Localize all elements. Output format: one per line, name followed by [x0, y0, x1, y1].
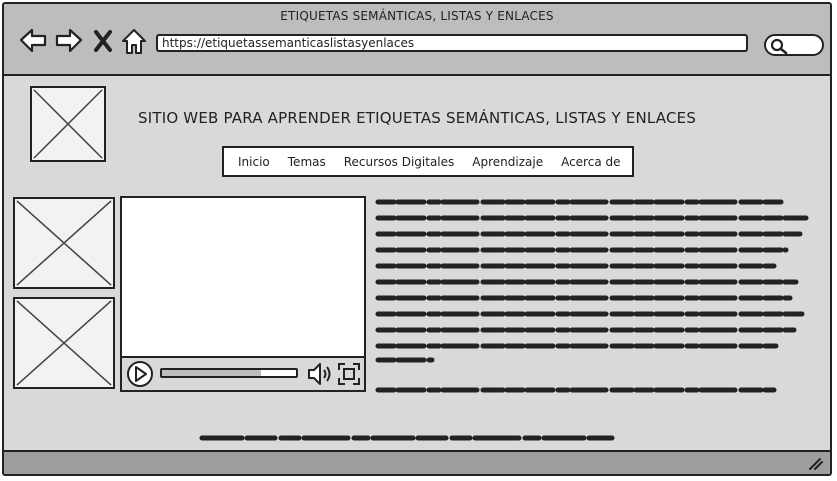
fullscreen-icon[interactable]	[336, 361, 362, 387]
site-title: SITIO WEB PARA APRENDER ETIQUETAS SEMÁNT…	[138, 109, 697, 127]
play-button[interactable]	[125, 359, 155, 389]
nav-item-recursos-digitales[interactable]: Recursos Digitales	[344, 155, 455, 169]
paragraph-placeholder	[375, 199, 809, 393]
close-icon	[94, 30, 112, 52]
nav-item-aprendizaje[interactable]: Aprendizaje	[472, 155, 543, 169]
back-button[interactable]	[18, 26, 48, 56]
nav-item-temas[interactable]: Temas	[288, 155, 326, 169]
video-progress-track[interactable]	[160, 368, 298, 378]
volume-icon[interactable]	[306, 360, 334, 388]
forward-button[interactable]	[54, 26, 84, 56]
resize-grip-icon[interactable]	[806, 455, 824, 471]
side-image-placeholder	[13, 297, 115, 389]
browser-toolbar: ETIQUETAS SEMÁNTICAS, LISTAS Y ENLACES h…	[4, 4, 830, 76]
home-button[interactable]	[120, 26, 150, 56]
arrow-left-icon	[19, 28, 47, 53]
page-content: SITIO WEB PARA APRENDER ETIQUETAS SEMÁNT…	[4, 76, 830, 454]
video-controls	[122, 356, 364, 390]
search-icon	[770, 38, 788, 55]
stop-button[interactable]	[92, 26, 114, 56]
nav-item-acerca-de[interactable]: Acerca de	[561, 155, 620, 169]
status-bar	[4, 450, 830, 474]
main-nav: Inicio Temas Recursos Digitales Aprendiz…	[222, 146, 634, 177]
nav-item-inicio[interactable]: Inicio	[238, 155, 270, 169]
side-image-placeholder	[13, 197, 115, 289]
address-bar[interactable]: https://etiquetassemanticaslistasyenlace…	[156, 34, 748, 52]
footer-text-placeholder	[199, 435, 615, 441]
search-field[interactable]	[764, 34, 824, 56]
window-title: ETIQUETAS SEMÁNTICAS, LISTAS Y ENLACES	[280, 9, 554, 23]
video-progress-fill	[162, 370, 262, 376]
logo-image-placeholder	[30, 86, 106, 162]
video-player[interactable]	[120, 196, 366, 392]
browser-window: ETIQUETAS SEMÁNTICAS, LISTAS Y ENLACES h…	[2, 2, 832, 476]
home-icon	[122, 29, 146, 54]
arrow-right-icon	[55, 28, 83, 53]
